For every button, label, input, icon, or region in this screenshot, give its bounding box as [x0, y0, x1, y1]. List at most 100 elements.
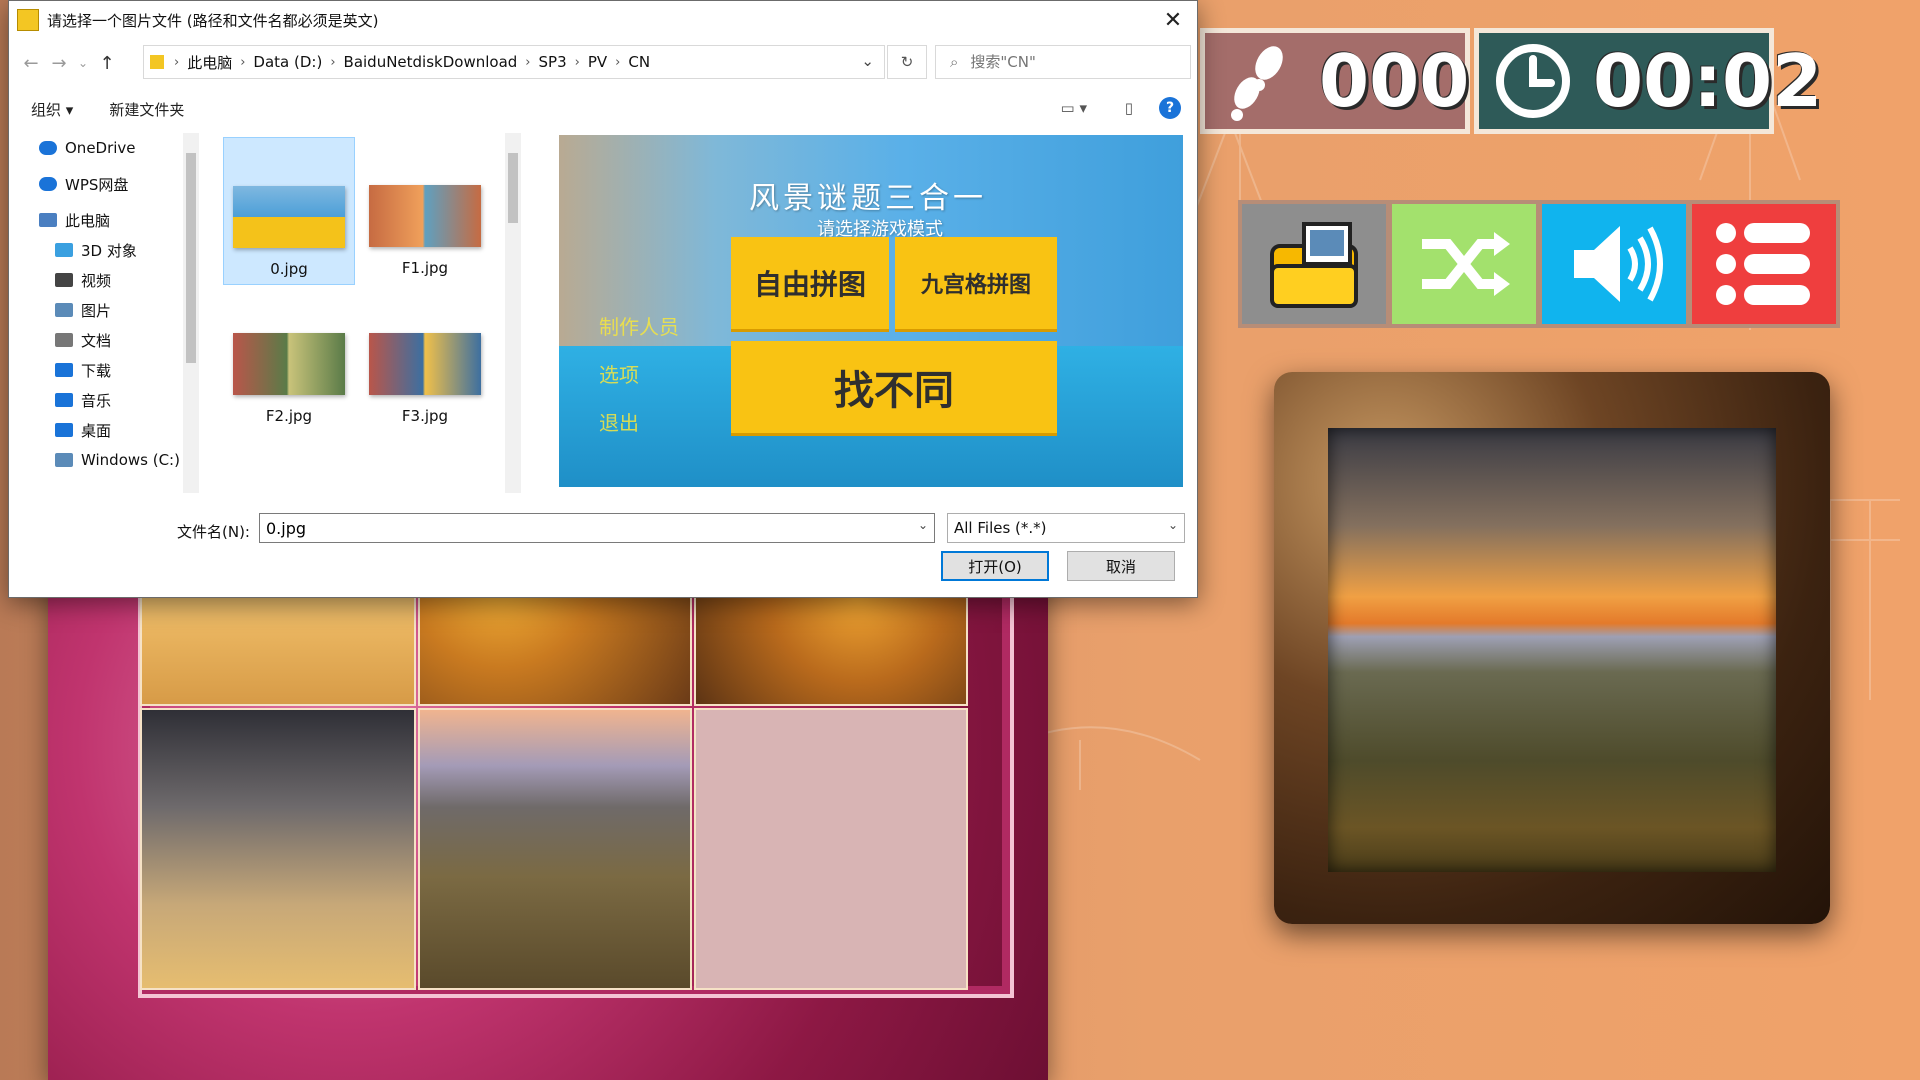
nav-item[interactable]: 此电脑: [9, 205, 199, 235]
nav-scroll-thumb[interactable]: [186, 153, 196, 363]
game-toolbar: [1238, 200, 1840, 328]
preview-mode-diff-label: 找不同: [834, 368, 954, 414]
reference-image-frame: [1274, 372, 1830, 924]
desktop-icon: [55, 423, 73, 437]
file-thumbnail: [233, 186, 345, 248]
menu-button[interactable]: [1692, 204, 1836, 324]
preview-mode-free-label: 自由拼图: [753, 268, 866, 301]
preview-mode-grid: 九宫格拼图: [895, 237, 1057, 329]
address-dropdown-icon[interactable]: ⌄: [861, 52, 874, 70]
file-list: 0.jpg F1.jpg F2.jpg F3.jpg: [219, 133, 503, 493]
nav-item[interactable]: 下载: [9, 355, 199, 385]
nav-item[interactable]: 视频: [9, 265, 199, 295]
breadcrumb-item[interactable]: PV: [588, 53, 607, 71]
file-name: F3.jpg: [401, 407, 449, 425]
puzzle-tile[interactable]: [418, 708, 692, 990]
file-item[interactable]: F3.jpg: [359, 285, 491, 433]
search-input[interactable]: [968, 52, 1173, 72]
cube-icon: [55, 243, 73, 257]
cancel-button[interactable]: 取消: [1067, 551, 1175, 581]
file-name: F2.jpg: [265, 407, 313, 425]
nav-item[interactable]: OneDrive: [9, 133, 199, 163]
file-item[interactable]: F1.jpg: [359, 137, 491, 285]
nav-item[interactable]: 文档: [9, 325, 199, 355]
file-scroll-thumb[interactable]: [508, 153, 518, 223]
footsteps-icon: [1231, 46, 1283, 121]
file-thumbnail: [369, 333, 481, 395]
breadcrumb-item[interactable]: CN: [628, 53, 650, 71]
preview-title: 风景谜题三合一: [749, 181, 987, 216]
search-icon: ⌕: [950, 53, 959, 71]
breadcrumb-item[interactable]: BaiduNetdiskDownload: [344, 53, 518, 71]
nav-item[interactable]: 图片: [9, 295, 199, 325]
filename-field[interactable]: ⌄: [259, 513, 935, 543]
up-arrow-icon[interactable]: ↑: [93, 53, 121, 74]
open-image-button[interactable]: [1242, 204, 1386, 324]
sound-button[interactable]: [1542, 204, 1686, 324]
preview-menu-item: 选项: [599, 363, 639, 387]
file-scrollbar[interactable]: [505, 133, 521, 493]
chevron-down-icon[interactable]: ⌄: [1168, 518, 1178, 532]
address-bar[interactable]: › 此电脑 › Data (D:) › BaiduNetdiskDownload…: [143, 45, 885, 79]
help-icon[interactable]: ?: [1159, 97, 1181, 119]
timer-value: 00:02: [1593, 39, 1823, 123]
filetype-value: All Files (*.*): [954, 519, 1047, 537]
dialog-titlebar[interactable]: 请选择一个图片文件 (路径和文件名都必须是英文) ✕: [9, 1, 1197, 39]
steps-counter: 000: [1200, 28, 1470, 134]
download-icon: [55, 363, 73, 377]
file-thumbnail: [233, 333, 345, 395]
shuffle-button[interactable]: [1392, 204, 1536, 324]
preview-menu-item: 退出: [599, 411, 639, 435]
preview-mode-grid-label: 九宫格拼图: [920, 273, 1031, 298]
nav-item[interactable]: Windows (C:): [9, 445, 199, 475]
file-item[interactable]: F2.jpg: [223, 285, 355, 433]
preview-mode-diff: 找不同: [731, 341, 1057, 433]
folder-icon: [150, 55, 164, 69]
nav-item-label: 文档: [81, 331, 112, 350]
recent-dropdown-icon[interactable]: ⌄: [73, 56, 93, 70]
nav-scrollbar[interactable]: [183, 133, 199, 493]
view-options-icon[interactable]: ▭ ▾: [1061, 99, 1087, 117]
filename-input[interactable]: [264, 517, 888, 539]
nav-item-label: 音乐: [81, 391, 112, 410]
file-item[interactable]: 0.jpg: [223, 137, 355, 285]
preview-mode-free: 自由拼图: [731, 237, 889, 329]
nav-item[interactable]: 3D 对象: [9, 235, 199, 265]
filetype-select[interactable]: All Files (*.*) ⌄: [947, 513, 1185, 543]
nav-item-label: 桌面: [81, 421, 112, 440]
refresh-button[interactable]: ↻: [887, 45, 927, 79]
breadcrumb-item[interactable]: Data (D:): [253, 53, 322, 71]
shuffle-icon: [1422, 232, 1510, 296]
file-name: 0.jpg: [270, 260, 308, 278]
menu-list-icon: [1716, 223, 1810, 305]
computer-icon: [39, 213, 57, 227]
reference-image: [1328, 428, 1776, 872]
new-folder-button[interactable]: 新建文件夹: [109, 99, 184, 120]
command-bar: 组织 ▾ 新建文件夹 ▭ ▾ ▯ ?: [9, 89, 1197, 129]
close-button[interactable]: ✕: [1157, 5, 1189, 35]
breadcrumb-item[interactable]: SP3: [539, 53, 567, 71]
file-thumbnail: [369, 185, 481, 247]
refresh-icon: ↻: [900, 53, 914, 71]
nav-item[interactable]: WPS网盘: [9, 169, 199, 199]
back-arrow-icon[interactable]: ←: [17, 53, 45, 74]
chevron-down-icon[interactable]: ⌄: [918, 518, 928, 532]
puzzle-tile[interactable]: [140, 708, 416, 990]
open-button[interactable]: 打开(O): [941, 551, 1049, 581]
organize-button[interactable]: 组织 ▾: [31, 99, 73, 120]
preview-pane-icon[interactable]: ▯: [1125, 99, 1133, 117]
timer-counter: 00:02: [1474, 28, 1822, 134]
preview-menu-item: 制作人员: [599, 315, 679, 339]
search-box[interactable]: ⌕: [935, 45, 1191, 79]
puzzle-empty-slot[interactable]: [694, 708, 968, 990]
nav-item[interactable]: 音乐: [9, 385, 199, 415]
cloud-icon: [39, 141, 57, 155]
filename-label: 文件名(N):: [177, 523, 250, 541]
forward-arrow-icon[interactable]: →: [45, 53, 73, 74]
nav-item[interactable]: 桌面: [9, 415, 199, 445]
breadcrumb-item[interactable]: 此电脑: [187, 52, 232, 73]
nav-item-label: 图片: [81, 301, 112, 320]
nav-item-label: 3D 对象: [81, 241, 137, 260]
video-icon: [55, 273, 73, 287]
clock-icon: [1496, 44, 1570, 118]
